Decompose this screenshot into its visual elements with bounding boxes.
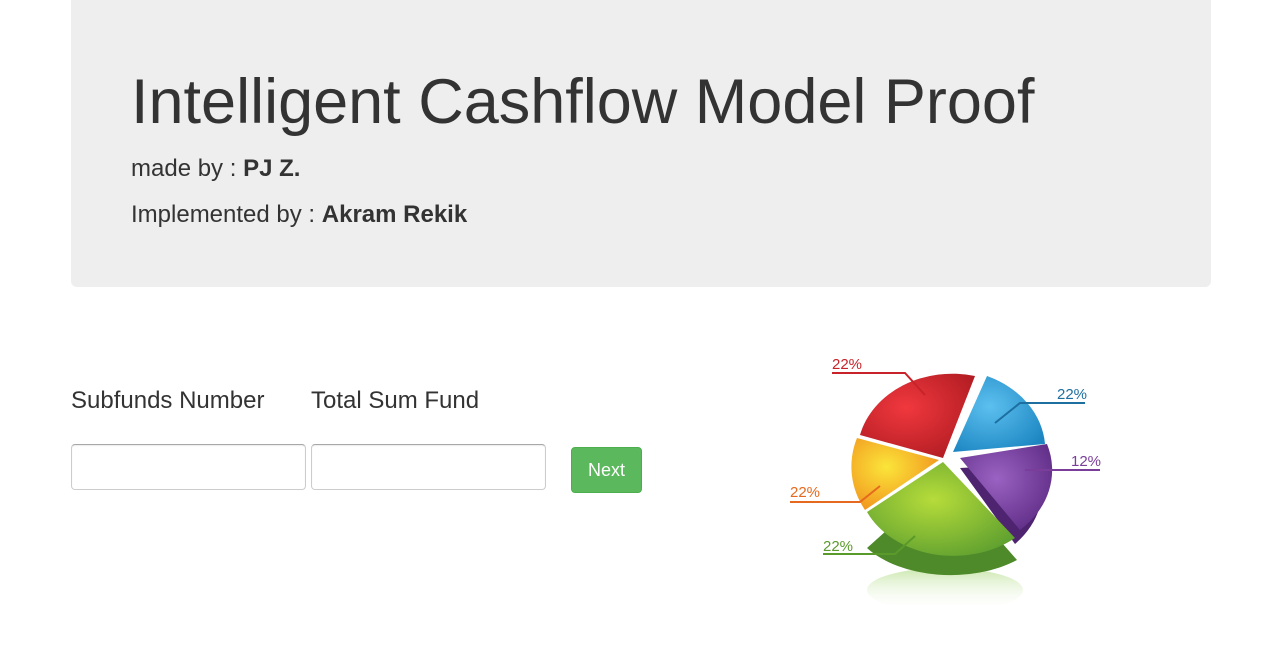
pie-chart-illustration: 22% 22% 12% 22% 22%	[775, 340, 1115, 605]
made-by-name: PJ Z.	[243, 155, 301, 182]
made-by-line: made by : PJ Z.	[131, 154, 300, 184]
page-title: Intelligent Cashflow Model Proof	[131, 67, 1035, 137]
next-button[interactable]: Next	[571, 447, 642, 493]
pie-label-red: 22%	[832, 356, 862, 373]
pie-chart-graphic: 22% 22% 12% 22% 22%	[790, 356, 1101, 605]
implemented-by-name: Akram Rekik	[321, 201, 468, 228]
subfunds-number-label: Subfunds Number	[71, 387, 265, 414]
total-sum-fund-input[interactable]	[311, 444, 546, 490]
implemented-by-prefix: Implemented by :	[131, 201, 322, 228]
pie-label-green: 22%	[823, 538, 853, 555]
implemented-by-line: Implemented by : Akram Rekik	[131, 200, 467, 230]
pie-label-orange: 22%	[790, 484, 820, 501]
made-by-prefix: made by :	[131, 155, 244, 182]
pie-label-blue: 22%	[1057, 386, 1087, 403]
total-sum-fund-label: Total Sum Fund	[311, 387, 480, 414]
subfunds-number-input[interactable]	[71, 444, 306, 490]
pie-label-purple: 12%	[1071, 453, 1101, 470]
header-jumbotron: Intelligent Cashflow Model Proof made by…	[71, 0, 1211, 287]
